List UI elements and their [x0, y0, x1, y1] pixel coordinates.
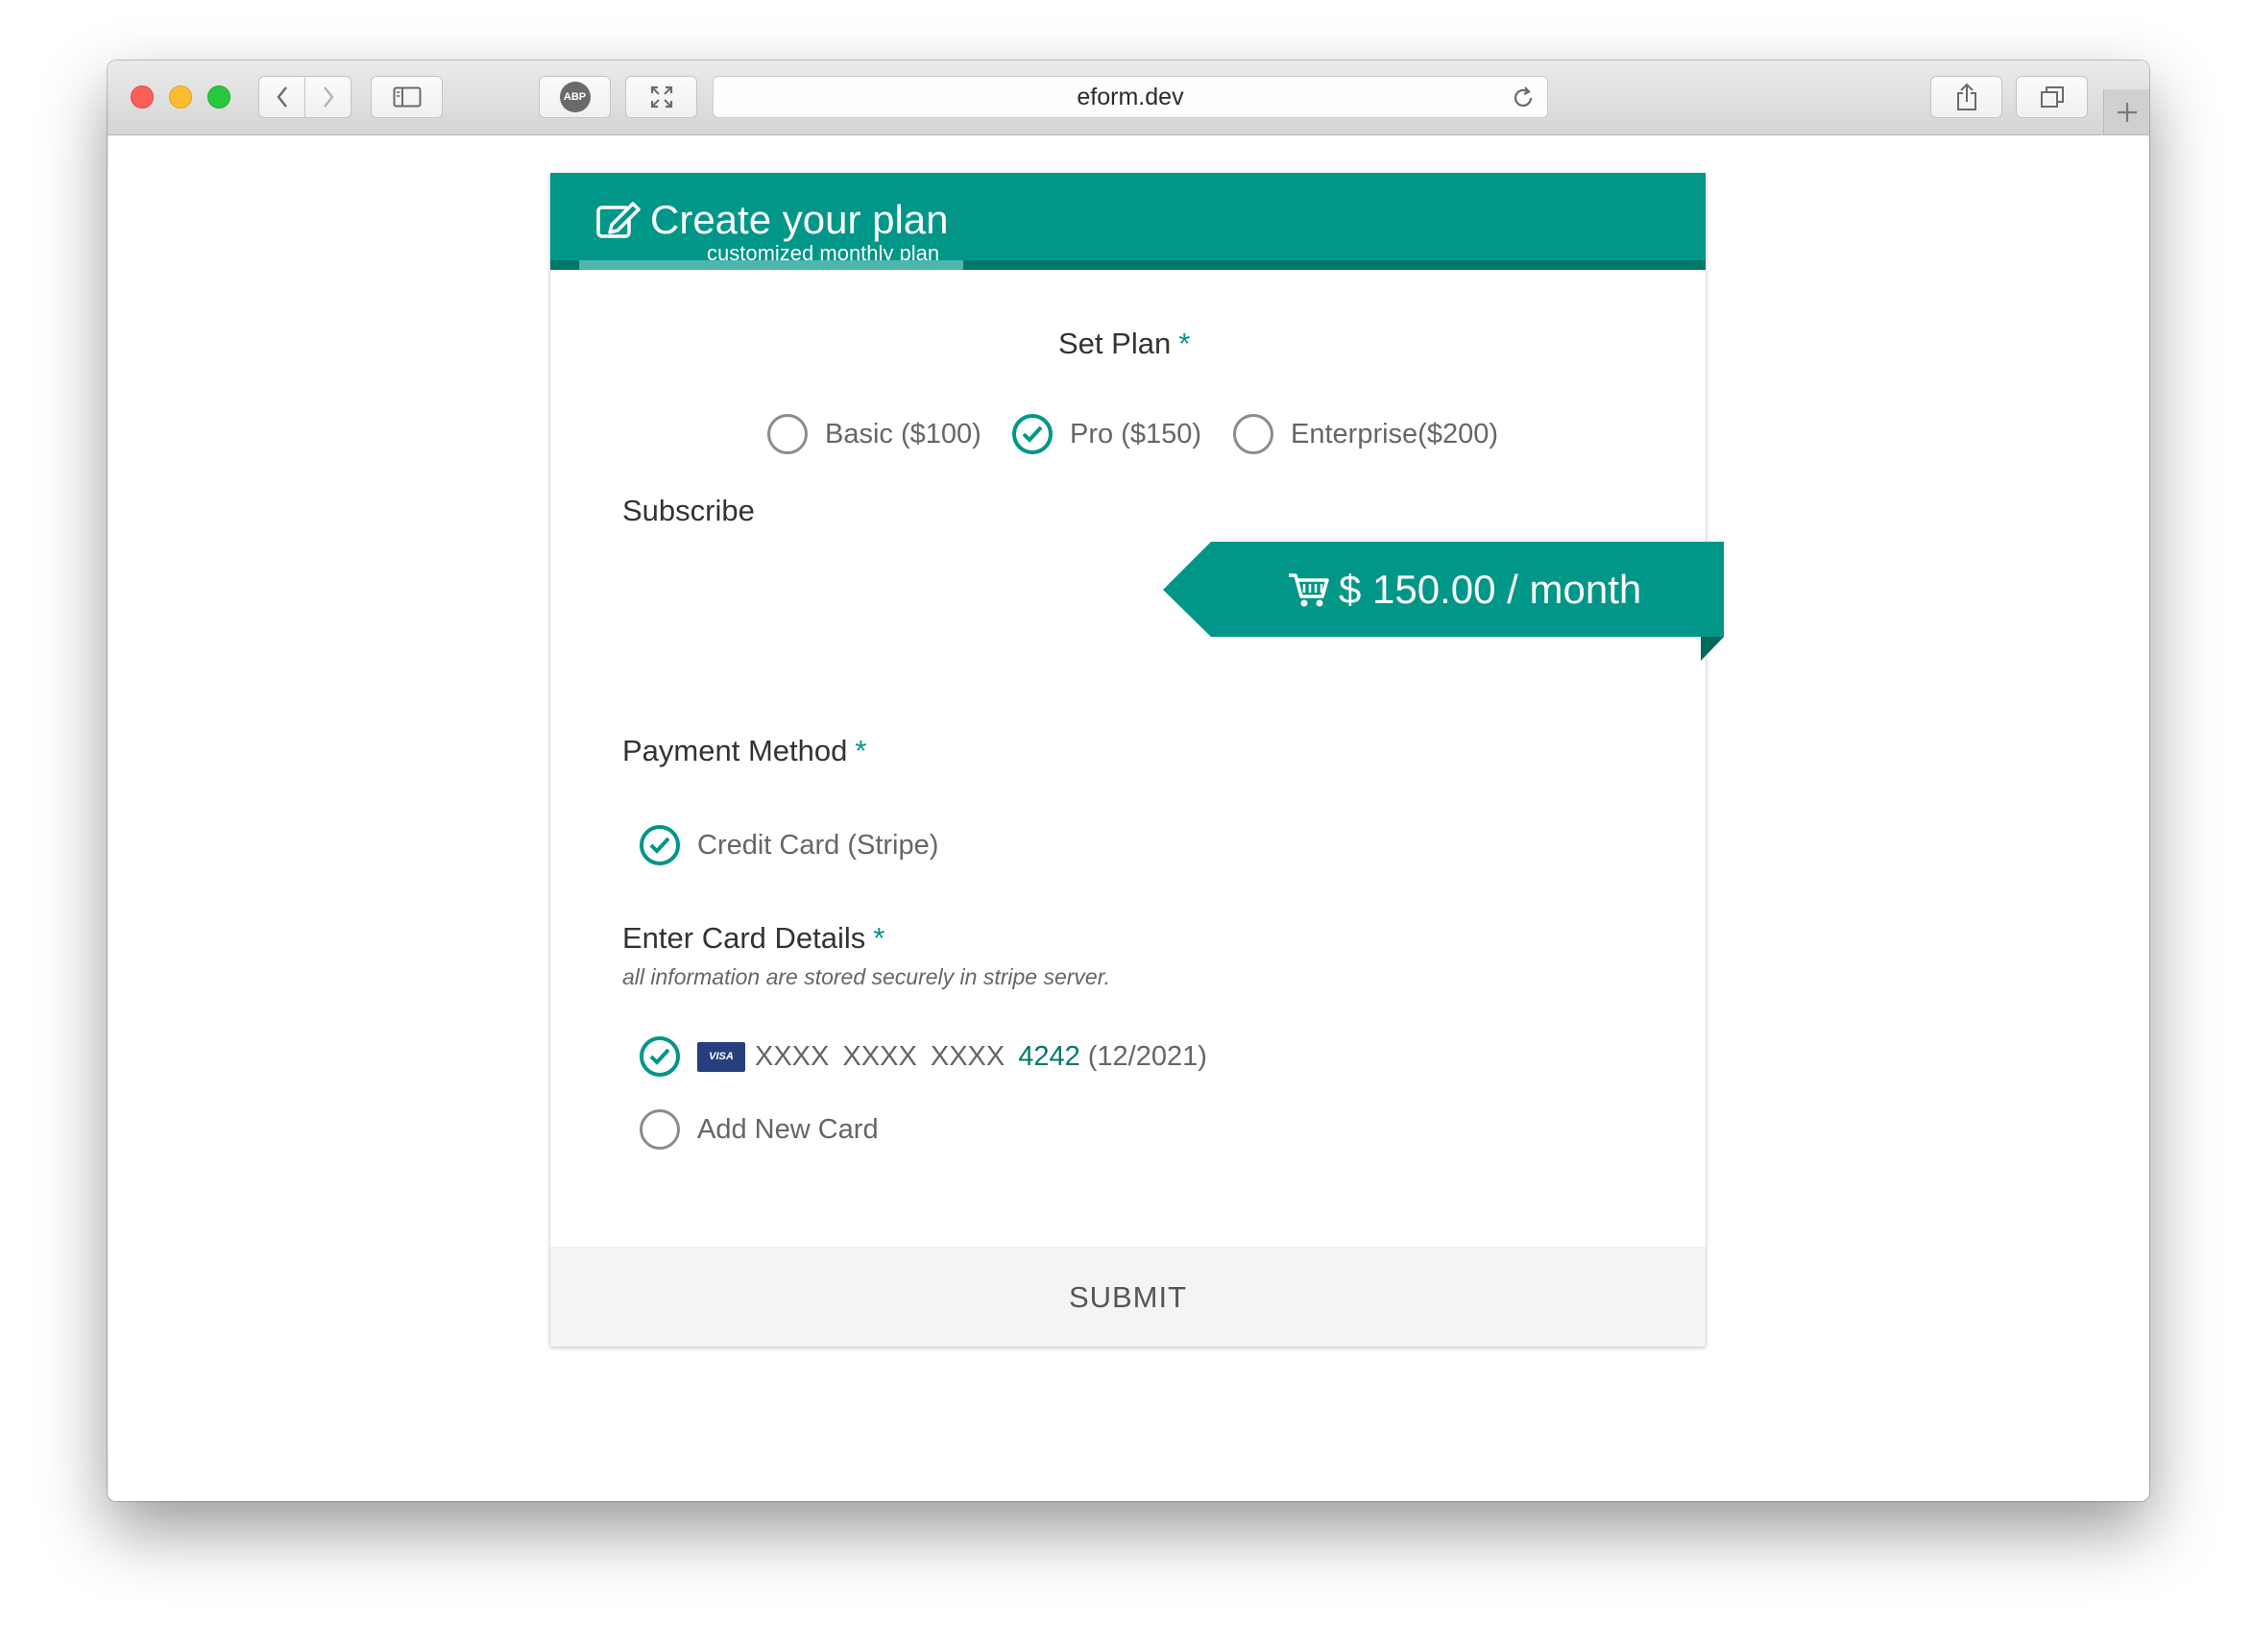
checkmark-icon [649, 1048, 670, 1065]
plan-form-card: Create your plan customized monthly plan… [550, 173, 1724, 1347]
card-details-label: Enter Card Details * [622, 923, 884, 953]
expand-icon [650, 85, 672, 109]
add-new-card-label: Add New Card [697, 1113, 879, 1145]
radio-checked-icon[interactable] [640, 825, 680, 865]
share-button[interactable] [1930, 76, 2002, 118]
sidebar-button[interactable] [371, 76, 443, 118]
plan-option-label: Enterprise($200) [1291, 418, 1498, 449]
tabs-icon [2040, 86, 2064, 108]
card-masked-number: XXXX XXXX XXXX [755, 1040, 1005, 1072]
plan-option-pro[interactable]: Pro ($150) [1012, 414, 1201, 454]
set-plan-label: Set Plan * [1058, 328, 1190, 358]
payment-option-stripe[interactable]: Credit Card (Stripe) [640, 825, 938, 865]
header-progress-track [550, 260, 1706, 270]
back-button[interactable] [258, 76, 305, 118]
chevron-right-icon [323, 86, 334, 108]
card-details-label-text: Enter Card Details [622, 921, 866, 955]
address-bar[interactable]: eform.dev [713, 76, 1548, 118]
radio-unchecked-icon[interactable] [1233, 414, 1273, 454]
card-expiry: (12/2021) [1087, 1040, 1207, 1072]
shopping-cart-icon [1287, 571, 1329, 608]
checkmark-icon [1022, 425, 1043, 443]
fullscreen-button[interactable] [625, 76, 697, 118]
price-text: $ 150.00 / month [1339, 566, 1642, 612]
price-ribbon: $ 150.00 / month [1163, 542, 1724, 661]
plan-option-enterprise[interactable]: Enterprise($200) [1233, 414, 1498, 454]
adblock-extension-button[interactable]: ABP [539, 76, 611, 118]
browser-window: ABP eform.dev Create your plan customize… [108, 61, 2149, 1501]
forward-button[interactable] [304, 76, 351, 118]
header-progress-fill [579, 260, 963, 270]
saved-card-option[interactable]: VISA XXXX XXXX XXXX 4242 (12/2021) [640, 1036, 1207, 1077]
card-details-note: all information are stored securely in s… [622, 964, 1110, 989]
sidebar-icon [393, 86, 421, 108]
new-tab-button[interactable] [2103, 89, 2149, 134]
page-content: Create your plan customized monthly plan… [108, 135, 2149, 1501]
close-window-button[interactable] [131, 85, 154, 109]
url-text: eform.dev [1077, 84, 1184, 110]
form-header: Create your plan customized monthly plan [550, 173, 1706, 270]
form-title: Create your plan [650, 197, 949, 242]
radio-checked-icon[interactable] [1012, 414, 1053, 454]
payment-option-label: Credit Card (Stripe) [697, 829, 939, 861]
zoom-window-button[interactable] [207, 85, 230, 109]
browser-toolbar: ABP eform.dev [108, 61, 2149, 135]
plan-option-basic[interactable]: Basic ($100) [767, 414, 981, 454]
required-mark: * [1178, 327, 1191, 360]
checkmark-icon [649, 837, 670, 854]
payment-method-label: Payment Method * [622, 736, 866, 765]
required-mark: * [855, 734, 867, 767]
radio-unchecked-icon[interactable] [767, 414, 808, 454]
required-mark: * [873, 921, 885, 955]
plan-option-label: Pro ($150) [1070, 418, 1202, 449]
share-icon [1956, 83, 1976, 110]
set-plan-label-text: Set Plan [1058, 327, 1172, 360]
adblock-icon: ABP [559, 82, 591, 112]
plan-option-label: Basic ($100) [825, 418, 981, 449]
price-display: $ 150.00 / month [1287, 542, 1641, 637]
edit-icon [596, 202, 641, 238]
card-brand: VISA [709, 1051, 734, 1062]
radio-checked-icon[interactable] [640, 1036, 680, 1077]
minimize-window-button[interactable] [169, 85, 192, 109]
card-last4: 4242 [1018, 1040, 1080, 1072]
chevron-left-icon [276, 86, 287, 108]
submit-button[interactable]: SUBMIT [550, 1247, 1706, 1347]
reload-icon[interactable] [1511, 85, 1536, 110]
tabs-overview-button[interactable] [2016, 76, 2088, 118]
payment-method-label-text: Payment Method [622, 734, 848, 767]
visa-card-icon: VISA [697, 1041, 745, 1072]
subscribe-label: Subscribe [622, 494, 755, 527]
radio-unchecked-icon[interactable] [640, 1109, 680, 1150]
adblock-label: ABP [563, 91, 587, 103]
add-new-card-option[interactable]: Add New Card [640, 1109, 879, 1150]
plus-icon [2117, 102, 2137, 122]
